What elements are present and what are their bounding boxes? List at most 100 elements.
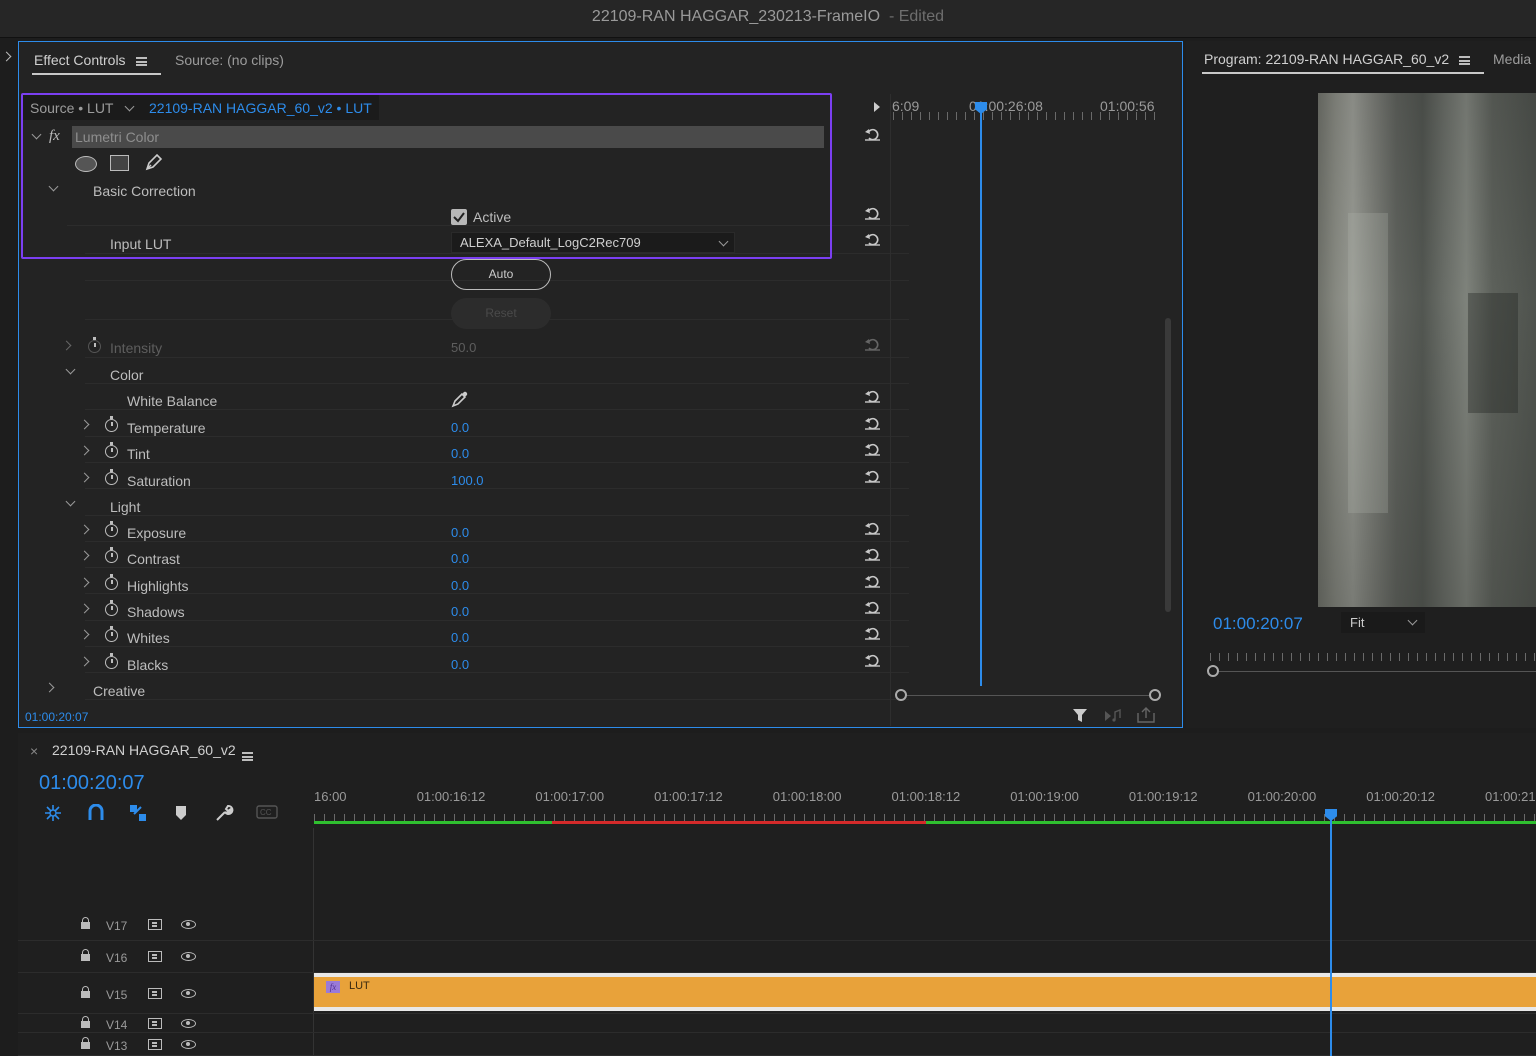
track-label: V17 (106, 919, 128, 933)
reset-icon[interactable] (865, 601, 880, 614)
tab-source[interactable]: Source: (no clips) (175, 52, 284, 68)
reset-icon[interactable] (865, 548, 880, 561)
panel-menu-icon[interactable] (135, 56, 147, 66)
highlight-box (21, 93, 832, 259)
eye-icon[interactable] (181, 989, 196, 998)
program-timecode[interactable]: 01:00:20:07 (1213, 614, 1303, 634)
eye-icon[interactable] (181, 1019, 196, 1028)
captions-icon[interactable]: CC (256, 805, 278, 822)
lock-icon[interactable] (81, 949, 90, 961)
zoom-scrollbar[interactable] (901, 695, 1157, 696)
lock-icon[interactable] (81, 917, 90, 929)
tab-effect-controls[interactable]: Effect Controls (32, 52, 161, 75)
saturation-value[interactable]: 100.0 (451, 473, 484, 488)
mini-playhead[interactable] (980, 102, 982, 686)
stopwatch-icon[interactable] (105, 416, 118, 432)
lut-clip[interactable]: fx LUT (314, 977, 1536, 1007)
eye-icon[interactable] (181, 952, 196, 961)
blacks-value[interactable]: 0.0 (451, 657, 469, 672)
toggle-sync-lock-icon[interactable] (148, 1039, 162, 1050)
sequence-tab[interactable]: 22109-RAN HAGGAR_60_v2 (52, 742, 236, 758)
track-row (18, 1014, 1536, 1033)
contrast-value[interactable]: 0.0 (451, 551, 469, 566)
toggle-sync-lock-icon[interactable] (148, 988, 162, 999)
close-icon[interactable]: × (30, 743, 38, 759)
panel-menu-icon[interactable] (242, 751, 253, 761)
program-zoom-bar[interactable] (1216, 671, 1536, 672)
temperature-value[interactable]: 0.0 (451, 420, 469, 435)
tab-media[interactable]: Media (1493, 51, 1531, 67)
reset-icon[interactable] (865, 443, 880, 456)
color-section-chevron-icon[interactable] (65, 364, 76, 375)
timeline-timecode[interactable]: 01:00:20:07 (39, 772, 145, 795)
row-separator (85, 595, 909, 621)
reset-icon[interactable] (865, 128, 880, 141)
render-bar-green (926, 821, 1536, 824)
auto-button[interactable]: Auto (451, 259, 551, 290)
reset-icon[interactable] (865, 417, 880, 430)
reset-button[interactable]: Reset (451, 298, 551, 329)
zoom-fit-dropdown[interactable]: Fit (1341, 612, 1425, 633)
saturation-label: Saturation (127, 472, 191, 489)
stopwatch-icon[interactable] (105, 652, 118, 669)
tint-value[interactable]: 0.0 (451, 446, 469, 461)
intensity-expand-chevron-icon[interactable] (61, 340, 72, 351)
reset-icon[interactable] (865, 390, 880, 403)
reset-icon[interactable] (865, 470, 880, 483)
insert-nest-icon[interactable] (44, 804, 62, 825)
play-triangle-icon[interactable] (874, 102, 880, 112)
panel-menu-icon[interactable] (1459, 55, 1471, 65)
lock-icon[interactable] (81, 986, 90, 998)
track-row (18, 909, 1536, 941)
zoom-handle-right[interactable] (1149, 689, 1161, 701)
eye-icon[interactable] (181, 1040, 196, 1049)
stopwatch-icon[interactable] (105, 573, 118, 590)
reset-icon[interactable] (865, 627, 880, 640)
reset-icon[interactable] (865, 233, 880, 246)
whites-value[interactable]: 0.0 (451, 630, 469, 645)
stopwatch-icon[interactable] (105, 521, 118, 537)
toggle-sync-lock-icon[interactable] (148, 1018, 162, 1029)
eyedropper-icon[interactable] (451, 390, 469, 411)
exposure-value[interactable]: 0.0 (451, 525, 469, 540)
linked-selection-icon[interactable] (129, 804, 147, 825)
reset-icon[interactable] (865, 575, 880, 588)
wrench-icon[interactable] (214, 803, 234, 826)
toggle-sync-lock-icon[interactable] (148, 951, 162, 962)
stopwatch-icon[interactable] (88, 337, 101, 353)
track-row (18, 941, 1536, 973)
reset-icon[interactable] (865, 522, 880, 535)
video-frame[interactable] (1318, 93, 1536, 607)
intensity-value[interactable]: 50.0 (451, 340, 476, 355)
filter-icon[interactable] (1072, 708, 1088, 727)
reset-icon[interactable] (865, 654, 880, 667)
tint-label: Tint (127, 446, 150, 463)
stopwatch-icon[interactable] (105, 468, 118, 485)
lock-icon[interactable] (81, 1037, 90, 1049)
track-label: V14 (106, 1018, 128, 1032)
eye-icon[interactable] (181, 920, 196, 929)
lock-icon[interactable] (81, 1016, 90, 1028)
play-audio-icon[interactable] (1104, 708, 1122, 726)
track-label: V16 (106, 951, 128, 965)
add-marker-icon[interactable] (175, 805, 187, 824)
snap-icon[interactable] (88, 803, 104, 825)
vertical-scrollbar[interactable] (1165, 318, 1171, 612)
timeline-ruler-label: 01:00:16:12 (416, 789, 486, 804)
tab-program[interactable]: Program: 22109-RAN HAGGAR_60_v2 (1201, 51, 1485, 74)
zoom-handle-left[interactable] (895, 689, 907, 701)
export-icon[interactable] (1137, 707, 1155, 726)
light-section-chevron-icon[interactable] (65, 496, 76, 507)
program-zoom-handle[interactable] (1207, 665, 1219, 677)
toggle-sync-lock-icon[interactable] (148, 919, 162, 930)
shadows-value[interactable]: 0.0 (451, 604, 469, 619)
effect-controls-timecode[interactable]: 01:00:20:07 (25, 710, 88, 724)
highlights-value[interactable]: 0.0 (451, 578, 469, 593)
timeline-playhead[interactable] (1330, 809, 1332, 1056)
stopwatch-icon[interactable] (105, 599, 118, 616)
creative-expand-chevron-icon[interactable] (44, 682, 55, 693)
reset-icon[interactable] (865, 207, 880, 220)
highlights-label: Highlights (127, 577, 189, 594)
expand-panels-arrow[interactable] (1, 51, 12, 62)
reset-icon[interactable] (865, 338, 880, 351)
